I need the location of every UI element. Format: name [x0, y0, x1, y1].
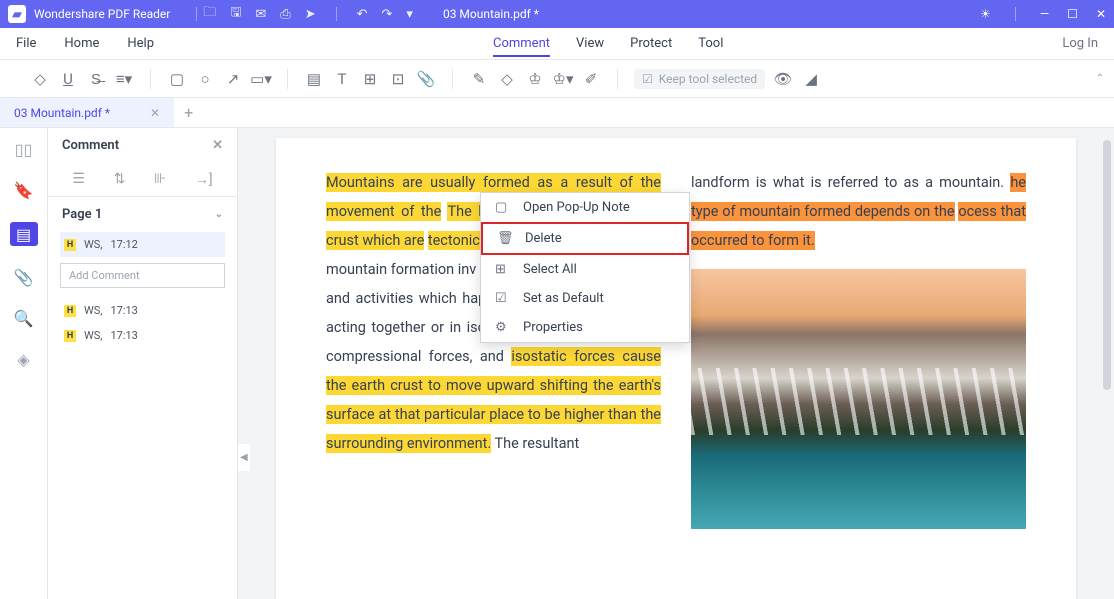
- comment-list: H WS, 17:12: [48, 232, 237, 257]
- filter-icon[interactable]: ☰: [72, 171, 85, 188]
- minimize-icon[interactable]: —: [1040, 7, 1049, 21]
- sort-icon[interactable]: ⇅: [114, 171, 126, 188]
- app-logo-icon: ▰: [8, 5, 26, 23]
- erase-all-icon[interactable]: ◢: [801, 69, 821, 89]
- pencil-tool-icon[interactable]: ✎: [469, 69, 489, 89]
- close-window-icon[interactable]: ✕: [1096, 7, 1106, 21]
- ctx-delete[interactable]: 🗑 Delete: [481, 222, 689, 255]
- gear-icon: ⚙: [495, 320, 511, 335]
- ctx-select-all[interactable]: ⊞ Select All: [481, 255, 689, 284]
- left-rail: ▯▯ 🔖 ▤ 📎 🔍 ◈: [0, 128, 48, 599]
- comment-item[interactable]: H WS, 17:13: [60, 323, 225, 348]
- select-all-icon: ⊞: [495, 262, 511, 277]
- highlight-badge-icon: H: [64, 305, 76, 317]
- comments-side-panel: Comment ✕ ☰ ⇅ ⊪ →] Page 1 ⌄ H WS, 17:12 …: [48, 128, 238, 599]
- note-icon: ▢: [495, 200, 511, 215]
- list-tool-icon[interactable]: ≡▾: [114, 69, 134, 89]
- options-icon[interactable]: ⊪: [154, 171, 166, 188]
- menu-file[interactable]: File: [16, 36, 36, 51]
- tab-label: 03 Mountain.pdf *: [14, 106, 110, 120]
- keep-tool-toggle[interactable]: ☑ Keep tool selected: [634, 69, 765, 89]
- chevron-down-icon: ⌄: [215, 209, 223, 220]
- stamp-tool-icon[interactable]: ♔: [525, 69, 545, 89]
- app-name: Wondershare PDF Reader: [34, 7, 170, 21]
- menu-view[interactable]: View: [576, 36, 604, 51]
- arrow-tool-icon[interactable]: ↗: [223, 69, 243, 89]
- shape-tool-icon[interactable]: ▭▾: [251, 69, 271, 89]
- collapse-toolbar-icon[interactable]: ⌃: [1096, 73, 1104, 84]
- comment-item[interactable]: H WS, 17:13: [60, 298, 225, 323]
- mountain-image: [691, 269, 1026, 529]
- checkbox-icon: ☑: [642, 72, 653, 86]
- scrollbar[interactable]: [1103, 140, 1111, 390]
- signature-tool-icon[interactable]: ✐: [581, 69, 601, 89]
- menu-protect[interactable]: Protect: [630, 36, 672, 51]
- side-panel-close-icon[interactable]: ✕: [212, 138, 223, 153]
- new-tab-icon[interactable]: +: [174, 103, 203, 122]
- print-icon[interactable]: ⎙: [280, 7, 290, 22]
- document-title: 03 Mountain.pdf *: [443, 7, 539, 21]
- ctx-set-default[interactable]: ☑ Set as Default: [481, 284, 689, 313]
- thumbnails-icon[interactable]: ▯▯: [15, 140, 33, 159]
- context-menu: ▢ Open Pop-Up Note 🗑 Delete ⊞ Select All…: [480, 192, 690, 343]
- layers-icon[interactable]: ◈: [17, 350, 29, 369]
- tab-close-icon[interactable]: ✕: [150, 106, 160, 120]
- bookmark-icon[interactable]: 🔖: [14, 181, 34, 200]
- underline-tool-icon[interactable]: U: [58, 69, 78, 89]
- title-bar: ▰ Wondershare PDF Reader 🗀 🖫 ✉ ⎙ ➤ ↶ ↷ ▾…: [0, 0, 1114, 28]
- rectangle-tool-icon[interactable]: ▢: [167, 69, 187, 89]
- toolbar: ◇ U S̶ ≡▾ ▢ ○ ↗ ▭▾ ▤ T ⊞ ⊡ 📎 ✎ ◇ ♔ ♔▾ ✐ …: [0, 60, 1114, 98]
- highlight-tool-icon[interactable]: ◇: [30, 69, 50, 89]
- menu-bar: File Home Help Comment View Protect Tool…: [0, 28, 1114, 60]
- search-icon[interactable]: 🔍: [14, 309, 34, 328]
- highlight-badge-icon: H: [64, 239, 76, 251]
- eye-tool-icon[interactable]: 👁: [773, 69, 793, 89]
- side-panel-title: Comment: [62, 138, 119, 153]
- checkbox-icon: ☑: [495, 291, 511, 306]
- add-comment-input[interactable]: Add Comment: [60, 263, 225, 288]
- highlight-badge-icon: H: [64, 330, 76, 342]
- eraser-tool-icon[interactable]: ◇: [497, 69, 517, 89]
- save-icon[interactable]: 🖫: [230, 3, 241, 25]
- maximize-icon[interactable]: ☐: [1067, 7, 1078, 21]
- collapse-panel-icon[interactable]: ◀: [238, 444, 250, 471]
- ctx-properties[interactable]: ⚙ Properties: [481, 313, 689, 342]
- page-section-header[interactable]: Page 1 ⌄: [48, 197, 237, 232]
- redo-icon[interactable]: ↷: [382, 7, 393, 22]
- strikethrough-tool-icon[interactable]: S̶: [86, 69, 106, 89]
- tabs-row: 03 Mountain.pdf * ✕ +: [0, 98, 1114, 128]
- dropdown-icon[interactable]: ▾: [406, 7, 413, 22]
- trash-icon: 🗑: [497, 231, 513, 246]
- ctx-open-popup-note[interactable]: ▢ Open Pop-Up Note: [481, 193, 689, 222]
- menu-comment[interactable]: Comment: [493, 36, 550, 57]
- folder-open-icon[interactable]: 🗀: [203, 3, 216, 25]
- comment-item[interactable]: H WS, 17:12: [60, 232, 225, 257]
- attachments-icon[interactable]: 📎: [14, 268, 34, 287]
- share-icon[interactable]: ➤: [305, 7, 316, 22]
- circle-tool-icon[interactable]: ○: [195, 69, 215, 89]
- menu-help[interactable]: Help: [127, 36, 154, 51]
- comments-panel-icon[interactable]: ▤: [10, 222, 38, 246]
- textbox-tool-icon[interactable]: ⊞: [360, 69, 380, 89]
- note-tool-icon[interactable]: ▤: [304, 69, 324, 89]
- document-tab[interactable]: 03 Mountain.pdf * ✕: [0, 98, 174, 127]
- text-tool-icon[interactable]: T: [332, 69, 352, 89]
- callout-tool-icon[interactable]: ⊡: [388, 69, 408, 89]
- menu-tool[interactable]: Tool: [698, 36, 723, 51]
- theme-icon[interactable]: ☀: [980, 7, 991, 21]
- stamp-dropdown-icon[interactable]: ♔▾: [553, 69, 573, 89]
- menu-home[interactable]: Home: [64, 36, 99, 51]
- attachment-tool-icon[interactable]: 📎: [416, 69, 436, 89]
- login-link[interactable]: Log In: [1062, 36, 1098, 51]
- export-icon[interactable]: →]: [195, 171, 213, 188]
- mail-icon[interactable]: ✉: [255, 7, 266, 22]
- text-column-right: landform is what is referred to as a mou…: [691, 168, 1026, 569]
- undo-icon[interactable]: ↶: [357, 7, 368, 22]
